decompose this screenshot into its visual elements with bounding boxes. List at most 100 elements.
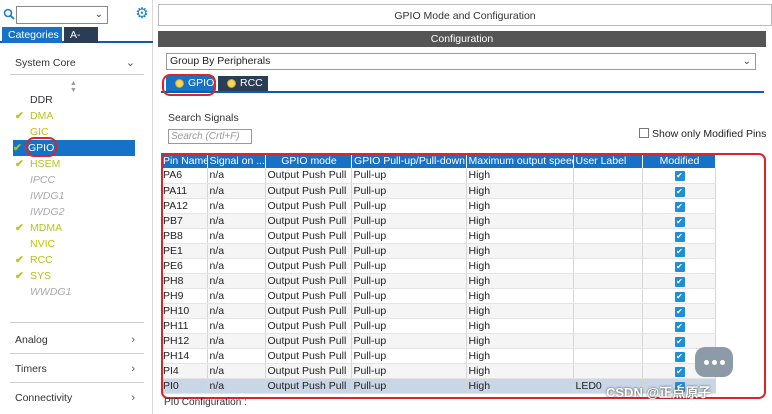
modified-checkbox-icon[interactable]: ✔ bbox=[674, 171, 685, 182]
table-row[interactable]: PH12 n/a Output Push Pull Pull-up High ✔ bbox=[161, 333, 716, 349]
sidebar-item-dma[interactable]: ✔ DMA bbox=[15, 108, 145, 124]
cell-speed: High bbox=[466, 168, 574, 184]
modified-checkbox-icon[interactable]: ✔ bbox=[674, 306, 685, 317]
check-icon: ✔ bbox=[15, 270, 24, 282]
cell-modified: ✔ bbox=[642, 213, 716, 229]
sidebar-item-ipcc[interactable]: IPCC bbox=[15, 172, 145, 188]
divider bbox=[10, 322, 144, 323]
table-row[interactable]: PA6 n/a Output Push Pull Pull-up High ✔ bbox=[161, 168, 716, 184]
col-modified[interactable]: Modified bbox=[642, 153, 716, 168]
cell-speed: High bbox=[466, 288, 574, 304]
cell-pull: Pull-up bbox=[351, 318, 467, 334]
cell-pull: Pull-up bbox=[351, 288, 467, 304]
table-row[interactable]: PA12 n/a Output Push Pull Pull-up High ✔ bbox=[161, 198, 716, 214]
table-row[interactable]: PE1 n/a Output Push Pull Pull-up High ✔ bbox=[161, 243, 716, 259]
cell-label bbox=[573, 228, 643, 244]
checkbox-icon[interactable] bbox=[639, 128, 649, 138]
cell-modified: ✔ bbox=[642, 168, 716, 184]
search-signals-input[interactable]: Search (Crtl+F) bbox=[168, 129, 252, 144]
cell-signal: n/a bbox=[207, 348, 266, 364]
cell-pin: PA11 bbox=[161, 183, 208, 199]
pin-table-container: Pin Name Signal on ... GPIO mode GPIO Pu… bbox=[161, 153, 766, 399]
sidebar-item-nvic[interactable]: NVIC bbox=[15, 236, 145, 252]
table-row[interactable]: PH8 n/a Output Push Pull Pull-up High ✔ bbox=[161, 273, 716, 289]
cell-pull: Pull-up bbox=[351, 228, 467, 244]
modified-checkbox-icon[interactable]: ✔ bbox=[674, 351, 685, 362]
col-speed[interactable]: Maximum output speed bbox=[466, 153, 574, 168]
peripheral-tabs: GPIO RCC bbox=[161, 76, 764, 93]
gear-icon[interactable]: ⚙ bbox=[134, 6, 150, 22]
category-analog[interactable]: Analog › bbox=[0, 329, 153, 351]
modified-checkbox-icon[interactable]: ✔ bbox=[674, 246, 685, 257]
table-row[interactable]: PB7 n/a Output Push Pull Pull-up High ✔ bbox=[161, 213, 716, 229]
modified-checkbox-icon[interactable]: ✔ bbox=[674, 201, 685, 212]
cell-modified: ✔ bbox=[642, 183, 716, 199]
modified-checkbox-icon[interactable]: ✔ bbox=[674, 216, 685, 227]
divider bbox=[10, 74, 144, 75]
cell-modified: ✔ bbox=[642, 258, 716, 274]
cell-pin: PE1 bbox=[161, 243, 208, 259]
cell-pin: PH8 bbox=[161, 273, 208, 289]
cell-speed: High bbox=[466, 303, 574, 319]
show-modified-checkbox[interactable]: Show only Modified Pins bbox=[639, 128, 766, 140]
left-panel: ⌄ ⚙ Categories A->Z System Core ⌄ ▲ ▼ DDR… bbox=[0, 0, 153, 414]
sidebar-item-iwdg1[interactable]: IWDG1 bbox=[15, 188, 145, 204]
sidebar-item-wwdg1[interactable]: WWDG1 bbox=[15, 284, 145, 300]
sidebar-item-ddr[interactable]: DDR bbox=[15, 92, 145, 108]
col-pull[interactable]: GPIO Pull-up/Pull-down bbox=[351, 153, 467, 168]
modified-checkbox-icon[interactable]: ✔ bbox=[674, 186, 685, 197]
pin-configuration-label: PI0 Configuration : bbox=[164, 397, 247, 408]
cell-label bbox=[573, 348, 643, 364]
peripheral-search-input[interactable]: ⌄ bbox=[16, 6, 108, 24]
sidebar-item-sys[interactable]: ✔ SYS bbox=[15, 268, 145, 284]
sidebar-item-iwdg2[interactable]: IWDG2 bbox=[15, 204, 145, 220]
chevron-down-icon[interactable]: ⌄ bbox=[743, 54, 751, 69]
chevron-down-icon[interactable]: ⌄ bbox=[95, 9, 103, 20]
modified-checkbox-icon[interactable]: ✔ bbox=[674, 261, 685, 272]
search-icon[interactable] bbox=[3, 8, 15, 20]
sidebar-item-rcc[interactable]: ✔ RCC bbox=[15, 252, 145, 268]
cell-pull: Pull-up bbox=[351, 183, 467, 199]
category-connectivity[interactable]: Connectivity › bbox=[0, 387, 153, 409]
cell-signal: n/a bbox=[207, 273, 266, 289]
cell-pull: Pull-up bbox=[351, 303, 467, 319]
table-row[interactable]: PH11 n/a Output Push Pull Pull-up High ✔ bbox=[161, 318, 716, 334]
modified-checkbox-icon[interactable]: ✔ bbox=[674, 276, 685, 287]
table-row[interactable]: PE6 n/a Output Push Pull Pull-up High ✔ bbox=[161, 258, 716, 274]
table-row[interactable]: PA11 n/a Output Push Pull Pull-up High ✔ bbox=[161, 183, 716, 199]
cell-pull: Pull-up bbox=[351, 213, 467, 229]
tab-rcc[interactable]: RCC bbox=[218, 76, 268, 91]
modified-checkbox-icon[interactable]: ✔ bbox=[674, 336, 685, 347]
category-system-core[interactable]: System Core ⌄ bbox=[0, 52, 153, 74]
sidebar-item-label: IWDG1 bbox=[30, 190, 65, 202]
cell-signal: n/a bbox=[207, 198, 266, 214]
sidebar-item-hsem[interactable]: ✔ HSEM bbox=[15, 156, 145, 172]
divider bbox=[10, 382, 144, 383]
cell-mode: Output Push Pull bbox=[265, 363, 352, 379]
col-user-label[interactable]: User Label bbox=[573, 153, 643, 168]
col-pin-name[interactable]: Pin Name bbox=[161, 153, 208, 168]
table-row[interactable]: PH10 n/a Output Push Pull Pull-up High ✔ bbox=[161, 303, 716, 319]
chat-icon[interactable] bbox=[695, 347, 733, 377]
cell-modified: ✔ bbox=[642, 228, 716, 244]
category-timers[interactable]: Timers › bbox=[0, 358, 153, 380]
col-signal[interactable]: Signal on ... bbox=[207, 153, 266, 168]
sidebar-item-label: MDMA bbox=[30, 222, 63, 234]
group-by-value: Group By Peripherals bbox=[170, 55, 271, 67]
table-row[interactable]: PI4 n/a Output Push Pull Pull-up High ✔ bbox=[161, 363, 716, 379]
table-row[interactable]: PB8 n/a Output Push Pull Pull-up High ✔ bbox=[161, 228, 716, 244]
modified-checkbox-icon[interactable]: ✔ bbox=[674, 291, 685, 302]
sidebar-item-mdma[interactable]: ✔ MDMA bbox=[15, 220, 145, 236]
col-gpio-mode[interactable]: GPIO mode bbox=[265, 153, 352, 168]
tab-categories[interactable]: Categories bbox=[2, 27, 62, 43]
modified-checkbox-icon[interactable]: ✔ bbox=[674, 366, 685, 377]
table-row[interactable]: PH9 n/a Output Push Pull Pull-up High ✔ bbox=[161, 288, 716, 304]
tab-a-to-z[interactable]: A->Z bbox=[64, 27, 98, 57]
cell-pin: PE6 bbox=[161, 258, 208, 274]
group-by-select[interactable]: Group By Peripherals ⌄ bbox=[166, 53, 756, 70]
modified-checkbox-icon[interactable]: ✔ bbox=[674, 231, 685, 242]
table-row[interactable]: PH14 n/a Output Push Pull Pull-up High ✔ bbox=[161, 348, 716, 364]
modified-checkbox-icon[interactable]: ✔ bbox=[674, 321, 685, 332]
cell-label bbox=[573, 273, 643, 289]
cell-label bbox=[573, 213, 643, 229]
